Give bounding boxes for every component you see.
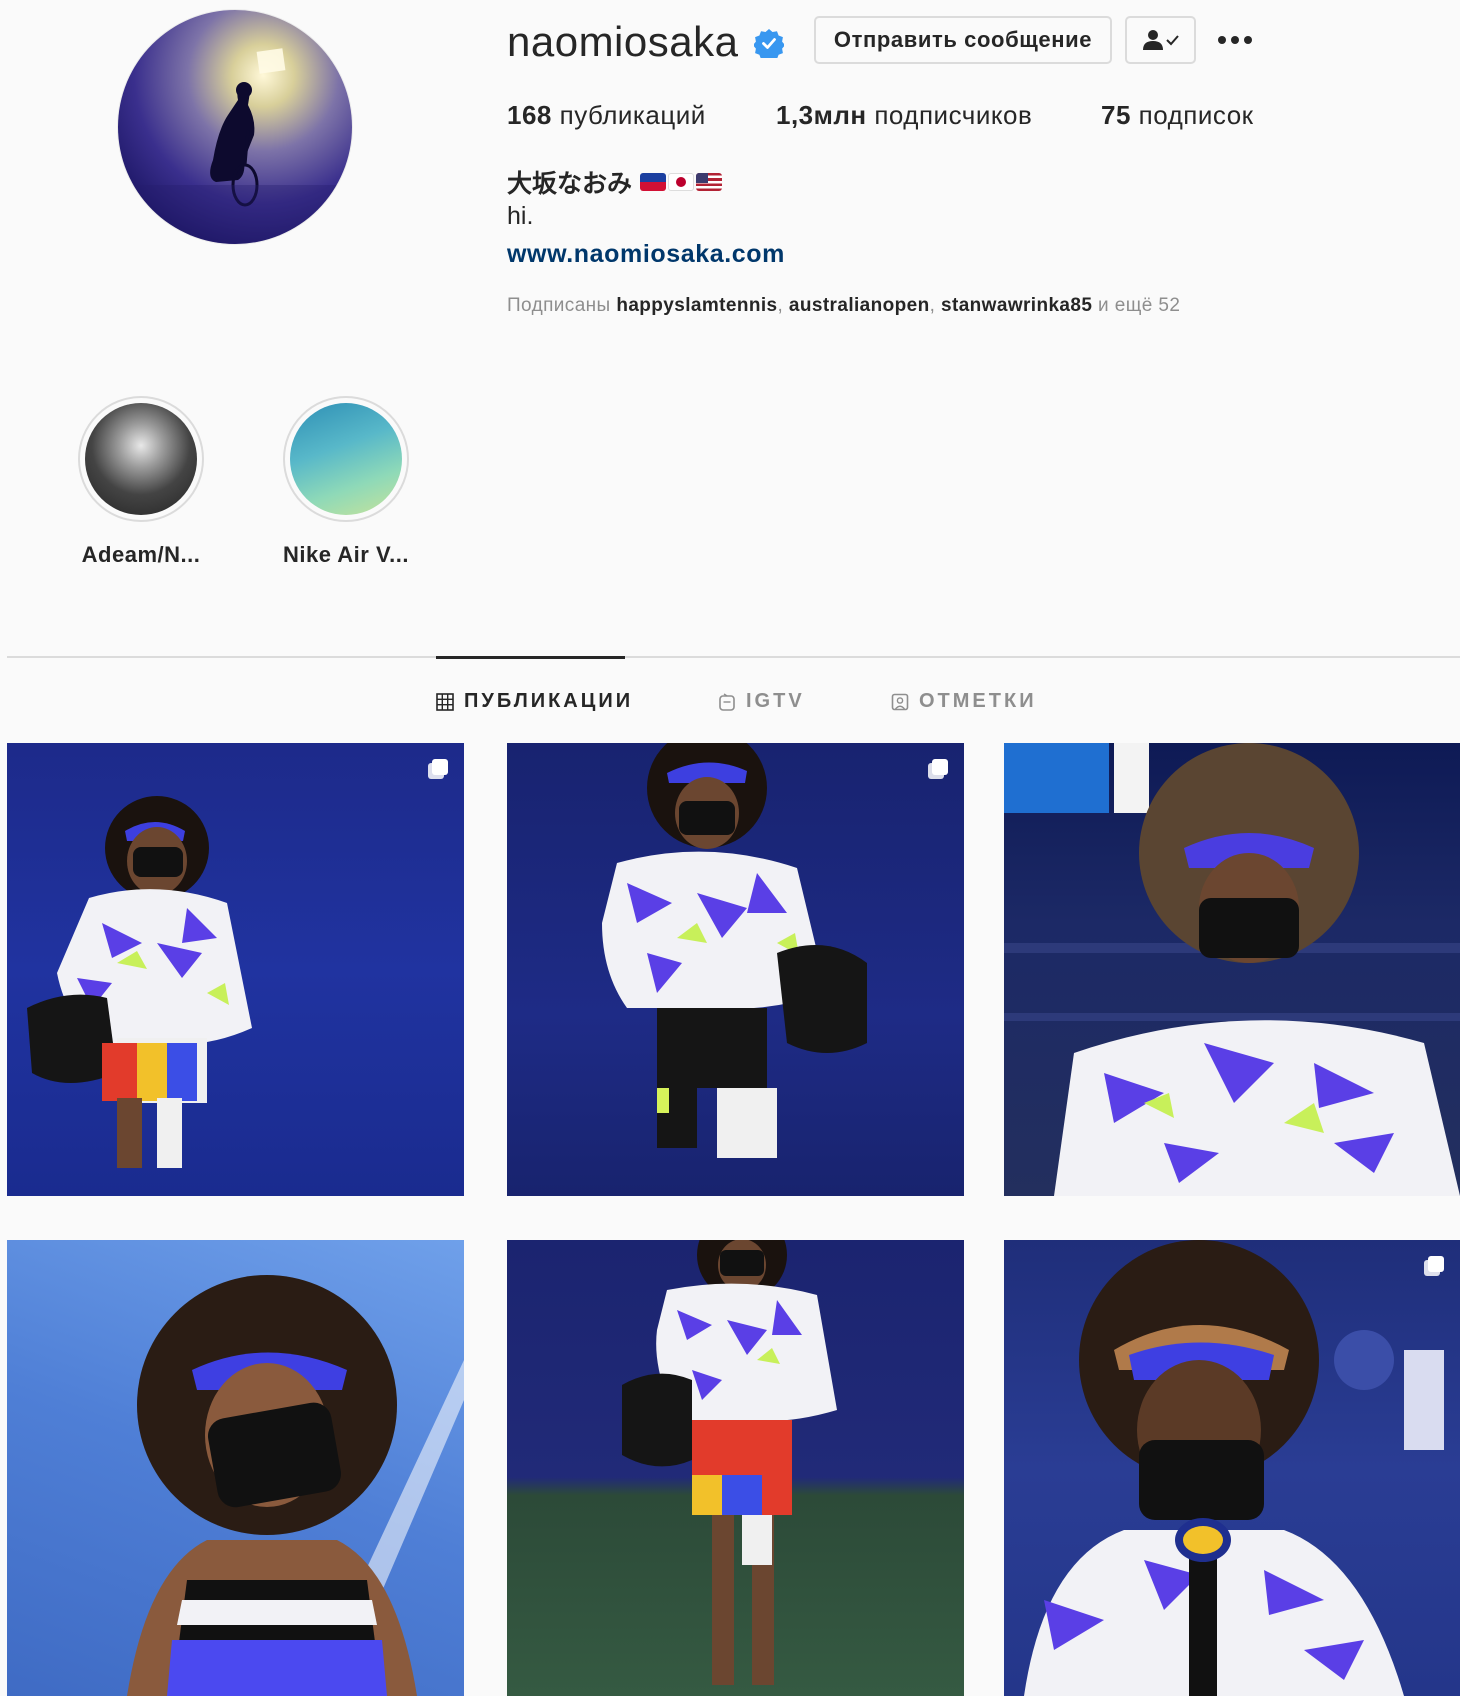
tabs-divider bbox=[7, 656, 1460, 658]
post-image bbox=[602, 743, 867, 1158]
flag-haiti-icon bbox=[640, 173, 667, 191]
post-image bbox=[1004, 743, 1460, 1196]
tab-igtv[interactable]: IGTV bbox=[718, 690, 805, 713]
post-thumbnail bbox=[507, 1240, 964, 1696]
multiple-photos-icon bbox=[1424, 1256, 1444, 1276]
tab-label: ПУБЛИКАЦИИ bbox=[464, 690, 634, 712]
posts-count: 168 bbox=[507, 100, 552, 130]
followed-by-line[interactable]: Подписаны happyslamtennis, australianope… bbox=[507, 295, 1180, 317]
post-image bbox=[127, 1275, 464, 1696]
following-stat[interactable]: 75 подписок bbox=[1101, 100, 1254, 131]
igtv-icon bbox=[719, 692, 735, 711]
highlight-cover bbox=[85, 403, 197, 515]
following-count: 75 bbox=[1101, 100, 1131, 130]
story-highlight[interactable]: Adeam/N... bbox=[76, 396, 206, 567]
posts-label: публикаций bbox=[559, 100, 706, 130]
active-tab-indicator bbox=[436, 656, 625, 659]
followers-stat[interactable]: 1,3млн подписчиков bbox=[776, 100, 1032, 131]
multiple-photos-icon bbox=[428, 759, 448, 779]
highlight-ring bbox=[283, 396, 409, 522]
more-options-icon[interactable] bbox=[1214, 26, 1256, 54]
post-thumbnail bbox=[1004, 743, 1460, 1196]
verified-badge-icon bbox=[754, 29, 784, 58]
flag-usa-icon bbox=[696, 173, 723, 191]
send-message-button[interactable]: Отправить сообщение bbox=[814, 16, 1112, 64]
profile-username: naomiosaka bbox=[507, 18, 739, 65]
bio-full-name: 大坂なおみ bbox=[507, 164, 723, 200]
followers-label: подписчиков bbox=[874, 100, 1033, 130]
grid-icon bbox=[436, 692, 454, 711]
post-thumbnail bbox=[7, 1240, 464, 1696]
followed-by-user[interactable]: stanwawrinka85 bbox=[941, 295, 1092, 316]
tab-tagged[interactable]: ОТМЕТКИ bbox=[891, 690, 1037, 713]
followed-by-user[interactable]: australianopen bbox=[789, 295, 930, 316]
avatar-image bbox=[118, 48, 352, 244]
followed-by-prefix: Подписаны bbox=[507, 295, 611, 316]
bio-text: hi. bbox=[507, 202, 534, 230]
post-thumbnail[interactable] bbox=[7, 743, 464, 1196]
highlight-label: Adeam/N... bbox=[81, 542, 201, 567]
tab-posts[interactable]: ПУБЛИКАЦИИ bbox=[436, 690, 633, 713]
flag-japan-icon bbox=[668, 173, 695, 191]
highlight-label: Nike Air V... bbox=[283, 542, 409, 567]
user-check-icon bbox=[1142, 30, 1179, 50]
posts-stat: 168 публикаций bbox=[507, 100, 706, 131]
tagged-icon bbox=[891, 693, 909, 710]
post-image bbox=[1024, 1240, 1444, 1696]
bio-website-link[interactable]: www.naomiosaka.com bbox=[507, 240, 785, 269]
following-label: подписок bbox=[1138, 100, 1254, 130]
post-image bbox=[27, 796, 252, 1168]
highlight-cover bbox=[290, 403, 402, 515]
post-image bbox=[622, 1240, 837, 1685]
full-name-text: 大坂なおみ bbox=[507, 170, 633, 198]
followers-count: 1,3млн bbox=[776, 100, 867, 130]
multiple-photos-icon bbox=[928, 759, 948, 779]
profile-avatar[interactable] bbox=[118, 10, 352, 244]
followed-by-user[interactable]: happyslamtennis bbox=[616, 295, 777, 316]
story-highlight[interactable]: Nike Air V... bbox=[281, 396, 411, 567]
post-thumbnail[interactable] bbox=[1004, 1240, 1460, 1696]
followed-by-suffix: и ещё 52 bbox=[1098, 295, 1181, 316]
following-button[interactable] bbox=[1125, 16, 1196, 64]
post-thumbnail[interactable] bbox=[507, 743, 964, 1196]
highlight-ring bbox=[78, 396, 204, 522]
tab-label: ОТМЕТКИ bbox=[919, 690, 1037, 712]
tab-label: IGTV bbox=[746, 690, 805, 712]
